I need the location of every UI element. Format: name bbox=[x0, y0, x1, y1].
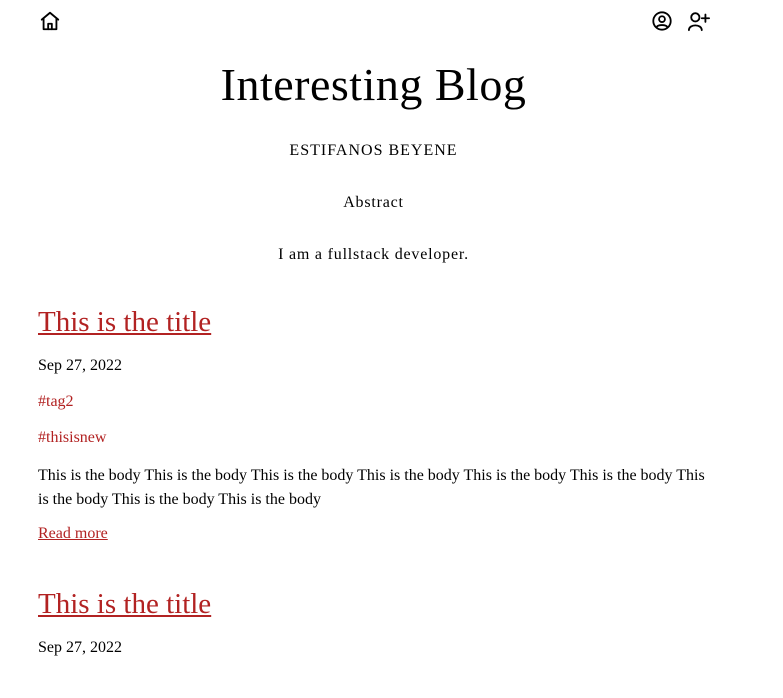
user-circle-icon bbox=[651, 10, 673, 32]
post-item: This is the title Sep 27, 2022 #tag2 #th… bbox=[38, 302, 718, 544]
add-user-button[interactable] bbox=[687, 9, 711, 33]
post-tag-link[interactable]: #tag2 bbox=[38, 392, 718, 412]
home-button[interactable] bbox=[38, 9, 62, 33]
post-item: This is the title Sep 27, 2022 bbox=[38, 584, 718, 658]
blog-title: Interesting Blog bbox=[220, 59, 527, 110]
post-date: Sep 27, 2022 bbox=[38, 357, 122, 374]
top-navigation bbox=[0, 0, 783, 42]
abstract-label: Abstract bbox=[343, 194, 404, 211]
author-name: ESTIFANOS BEYENE bbox=[289, 142, 458, 159]
home-icon bbox=[39, 10, 61, 32]
post-list: This is the title Sep 27, 2022 #tag2 #th… bbox=[38, 302, 718, 698]
user-plus-icon bbox=[687, 10, 711, 32]
blog-header: Interesting Blog ESTIFANOS BEYENE Abstra… bbox=[0, 56, 747, 263]
post-title-link[interactable]: This is the title bbox=[38, 584, 211, 624]
read-more-link[interactable]: Read more bbox=[38, 524, 108, 544]
post-body: This is the body This is the body This i… bbox=[38, 467, 705, 508]
account-button[interactable] bbox=[650, 9, 674, 33]
post-date: Sep 27, 2022 bbox=[38, 639, 122, 656]
abstract-text: I am a fullstack developer. bbox=[278, 246, 469, 263]
post-tag-link[interactable]: #thisisnew bbox=[38, 428, 718, 448]
post-title-link[interactable]: This is the title bbox=[38, 302, 211, 342]
